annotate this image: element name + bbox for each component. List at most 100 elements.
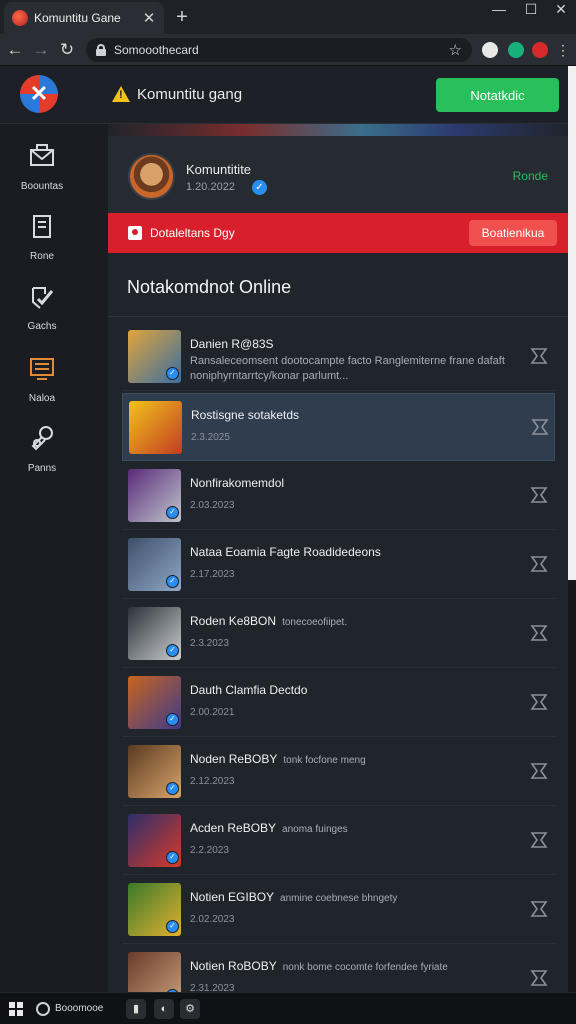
profile-avatar[interactable]	[128, 153, 175, 200]
list-item-title: Noden ReBOBY tonk focfone meng	[190, 752, 366, 766]
bookmark-flag-icon[interactable]	[530, 347, 548, 365]
extension-icon-1[interactable]	[482, 42, 498, 58]
list-item-title: Roden Ke8BON tonecoeofiipet.	[190, 614, 347, 628]
bookmark-flag-icon[interactable]	[530, 762, 548, 780]
app-logo[interactable]	[20, 75, 58, 113]
sidebar-item-label: Panns	[27, 463, 57, 474]
new-tab-button[interactable]: +	[172, 6, 192, 29]
header-action-button[interactable]: Notatkdic	[436, 78, 559, 112]
taskbar-app-2[interactable]: ◐	[154, 999, 174, 1019]
sidebar-item-gachs[interactable]: Gachs	[0, 282, 84, 332]
sidebar-item-label: Boountas	[20, 181, 64, 192]
list-item-title: Nataa Eoamia Fagte Roadidedeons	[190, 545, 381, 559]
list-item-date: 2.31.2023	[190, 983, 235, 992]
list-item-title-text: Rostisgne sotaketds	[191, 408, 300, 422]
site-favicon-icon	[12, 10, 28, 26]
url-text: Somooothecard	[114, 43, 199, 57]
list-item-date: 2.3.2023	[190, 638, 229, 649]
profile-name: Komuntitite	[186, 162, 252, 177]
list-item[interactable]: ✓ Noden ReBOBY tonk focfone meng 2.12.2023	[122, 738, 555, 806]
list-item-title-text: Noden ReBOBY	[190, 752, 278, 766]
wrench-icon	[31, 426, 53, 451]
list-item-date: 2.00.2021	[190, 707, 235, 718]
list-item[interactable]: ✓ Acden ReBOBY anoma fuinges 2.2.2023	[122, 807, 555, 875]
warning-icon	[112, 86, 130, 102]
location-pin-icon	[128, 226, 142, 240]
list-item-date: 2.3.2025	[191, 432, 230, 443]
verified-icon: ✓	[166, 644, 179, 657]
sidebar-item-boountas[interactable]: Boountas	[0, 142, 84, 192]
url-input[interactable]: Somooothecard ☆	[86, 38, 472, 62]
sidebar-item-label: Rone	[30, 251, 54, 262]
tab-close-icon[interactable]: ✕	[142, 9, 156, 27]
bookmark-flag-icon[interactable]	[530, 624, 548, 642]
game-thumbnail[interactable]	[129, 401, 182, 454]
taskbar-search-label[interactable]: Booomooe	[55, 1003, 103, 1014]
list-item-title: Notien EGIBOY anmine coebnese bhngety	[190, 890, 397, 904]
reload-button[interactable]: ↻	[56, 39, 78, 61]
bookmark-flag-icon[interactable]	[530, 831, 548, 849]
bookmark-flag-icon[interactable]	[530, 693, 548, 711]
list-item[interactable]: Rostisgne sotaketds 2.3.2025	[122, 393, 555, 461]
list-item[interactable]: ✓ Danien R@83S Ransaleceomsent dootocampte…	[122, 323, 555, 391]
list-item[interactable]: ✓ Nonfirakomemdol 2.03.2023	[122, 462, 555, 530]
browser-tab[interactable]: Komuntitu Gane ✕	[4, 2, 164, 34]
section-title: Notakomdnot Online	[127, 277, 292, 297]
list-item[interactable]: ✓ Roden Ke8BON tonecoeofiipet. 2.3.2023	[122, 600, 555, 668]
taskbar-app-3[interactable]: ⚙	[180, 999, 200, 1019]
scrollbar[interactable]	[568, 66, 576, 580]
sidebar-item-label: Gachs	[27, 321, 57, 332]
list-item-title: Danien R@83S	[190, 337, 274, 351]
search-icon[interactable]	[36, 1002, 50, 1016]
bookmark-flag-icon[interactable]	[531, 418, 549, 436]
sidebar-item-naloa[interactable]: Naloa	[0, 354, 84, 404]
forward-button[interactable]: →	[30, 39, 52, 61]
extension-icon-3[interactable]	[532, 42, 548, 58]
close-window-button[interactable]: ✕	[544, 0, 576, 20]
verified-icon: ✓	[166, 713, 179, 726]
browser-menu-icon[interactable]: ⋮	[552, 39, 574, 61]
sidebar-item-label: Naloa	[28, 393, 56, 404]
list-item-title: Acden ReBOBY anoma fuinges	[190, 821, 348, 835]
maximize-button[interactable]: ☐	[514, 0, 548, 20]
list-item-date: 2.17.2023	[190, 569, 235, 580]
divider	[108, 316, 568, 317]
verified-icon: ✓	[166, 367, 179, 380]
list-item-title: Notien RoBOBY nonk bome cocomte forfendee…	[190, 959, 448, 973]
list-item-title: Rostisgne sotaketds	[191, 408, 299, 422]
list-item-title-text: Roden Ke8BON	[190, 614, 277, 628]
profile-date: 1.20.2022	[186, 181, 235, 193]
envelope-icon	[30, 144, 54, 166]
bookmark-star-icon[interactable]: ☆	[449, 41, 462, 59]
taskbar-app-1[interactable]: ▮	[126, 999, 146, 1019]
verified-icon: ✓	[166, 920, 179, 933]
list-item-title-text: Nataa Eoamia Fagte Roadidedeons	[190, 545, 381, 559]
sidebar-item-panns[interactable]: Panns	[0, 424, 84, 474]
list-item-title-text: Nonfirakomemdol	[190, 476, 285, 490]
app-header: Komuntitu gang Notatkdic	[0, 66, 568, 124]
game-thumbnail[interactable]	[128, 952, 181, 992]
list-item-snippet: nonk bome cocomte forfendee fyriate	[282, 962, 448, 973]
verified-icon: ✓	[166, 506, 179, 519]
list-item[interactable]: ✓ Dauth Clamfia Dectdo 2.00.2021	[122, 669, 555, 737]
address-bar: ← → ↻ Somooothecard ☆ ⋮	[0, 34, 576, 66]
bookmark-flag-icon[interactable]	[530, 486, 548, 504]
windows-start-icon[interactable]	[9, 1002, 23, 1016]
list-item[interactable]: ✓Notien RoBOBYnonk bome cocomte forfende…	[122, 945, 555, 992]
profile-card: Komuntitite 1.20.2022 ✓ Ronde	[108, 136, 568, 213]
back-button[interactable]: ←	[4, 39, 26, 61]
alert-action-button[interactable]: Boatienikua	[469, 220, 557, 246]
profile-link[interactable]: Ronde	[513, 169, 548, 183]
minimize-button[interactable]: —	[482, 0, 516, 20]
extension-icon-2[interactable]	[508, 42, 524, 58]
list-item[interactable]: ✓ Notien EGIBOY anmine coebnese bhngety 2.0…	[122, 876, 555, 944]
alert-bar: Dotaleltans Dgy Boatienikua	[108, 213, 568, 253]
bookmark-flag-icon[interactable]	[530, 900, 548, 918]
browser-tab-bar: Komuntitu Gane ✕ + — ☐ ✕	[0, 0, 576, 34]
bookmark-flag-icon[interactable]	[530, 555, 548, 573]
list-item[interactable]: ✓ Nataa Eoamia Fagte Roadidedeons 2.17.202…	[122, 531, 555, 599]
bookmark-flag-icon[interactable]	[530, 969, 548, 987]
taskbar: Booomooe ▮ ◐ ⚙	[0, 992, 576, 1024]
sidebar-item-rone[interactable]: Rone	[0, 212, 84, 262]
list-item-description: Ransaleceomsent dootocampte facto Rangle…	[190, 355, 505, 382]
